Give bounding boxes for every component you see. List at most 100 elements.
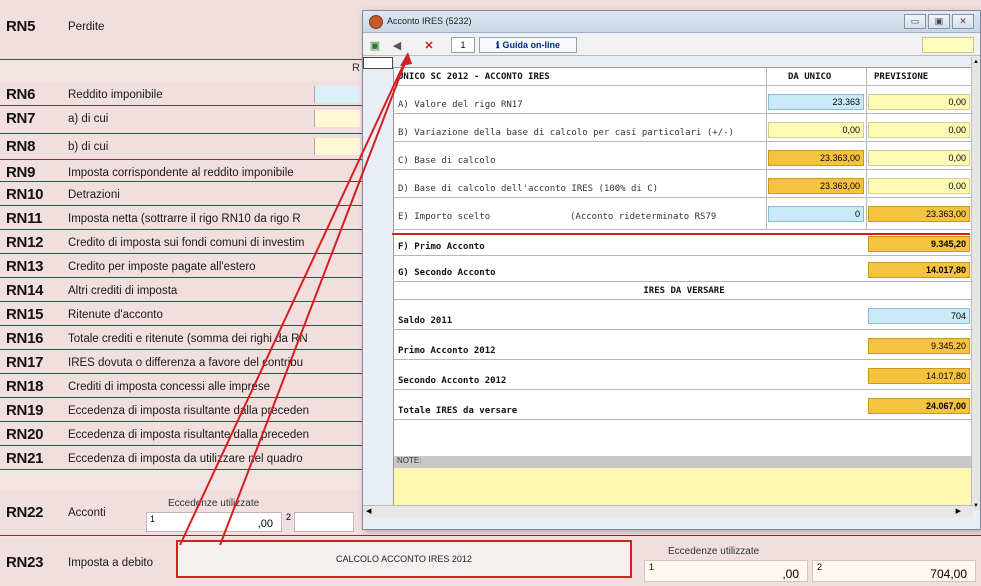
close-icon[interactable]: ✕ — [952, 14, 974, 29]
guida-online-button[interactable]: ℹ Guida on-line — [479, 37, 577, 53]
row-label: Saldo 2011 — [398, 316, 453, 326]
row-description: Acconti — [68, 507, 106, 519]
acconti-field-1[interactable]: 1 ,00 — [146, 512, 282, 532]
row-label: Totale IRES da versare — [398, 406, 518, 416]
print-icon[interactable]: ▣ — [367, 37, 383, 53]
scroll-up-icon[interactable]: ▲ — [973, 59, 979, 65]
scroll-left-icon[interactable]: ◀ — [366, 507, 371, 515]
table-row: A) Valore del rigo RN17 23.363 0,00 — [394, 86, 974, 114]
row-code: RN14 — [6, 282, 44, 299]
table-header-row: UNICO SC 2012 - ACCONTO IRES DA UNICO PR… — [394, 68, 974, 86]
page-number[interactable]: 1 — [451, 37, 475, 53]
row-description: Eccedenza di imposta risultante dalla pr… — [68, 405, 310, 417]
table-row: Primo Acconto 2012 9.345,20 — [394, 330, 974, 360]
section-header-row: IRES DA VERSARE — [394, 282, 974, 300]
table-row: G) Secondo Acconto 14.017,80 — [394, 256, 974, 282]
back-icon[interactable]: ◀ — [389, 37, 405, 53]
totale-ires-value: 24.067,00 — [868, 398, 970, 414]
help-icon: ℹ — [496, 39, 500, 50]
row-label: E) Importo scelto — [398, 212, 491, 222]
row-description: Reddito imponibile — [68, 89, 163, 101]
scroll-down-icon[interactable]: ▼ — [973, 503, 979, 509]
row-code: RN9 — [6, 164, 36, 181]
value-previsione[interactable]: 0,00 — [868, 94, 970, 110]
row-label: A) Valore del rigo RN17 — [398, 100, 523, 110]
table-title: UNICO SC 2012 - ACCONTO IRES — [398, 72, 550, 82]
row-label: B) Variazione della base di calcolo per … — [398, 128, 734, 138]
table-row: Totale IRES da versare 24.067,00 — [394, 390, 974, 420]
row-code: RN6 — [6, 86, 36, 103]
row-code: RN10 — [6, 186, 44, 203]
row-description: Altri crediti di imposta — [68, 285, 178, 297]
value-da-unico[interactable]: 0,00 — [768, 122, 864, 138]
row-label: D) Base di calcolo dell'acconto IRES (10… — [398, 184, 659, 194]
row-code: RN23 — [6, 554, 44, 571]
help-label: Guida on-line — [502, 40, 560, 50]
row-description: Eccedenza di imposta risultante dalla pr… — [68, 429, 310, 441]
value-previsione[interactable]: 0,00 — [868, 178, 970, 194]
row-code: RN7 — [6, 110, 36, 127]
annotation-underline — [392, 233, 970, 235]
calcolo-acconto-ires-button[interactable]: CALCOLO ACCONTO IRES 2012 — [176, 540, 632, 578]
scroll-right-icon[interactable]: ▶ — [956, 507, 961, 515]
field-value: 704,00 — [930, 567, 967, 581]
value-da-unico[interactable]: 23.363 — [768, 94, 864, 110]
table-row: D) Base di calcolo dell'acconto IRES (10… — [394, 170, 974, 198]
row-label-note: (Acconto rideterminato RS79 — [570, 212, 717, 222]
row-label: F) Primo Acconto — [398, 242, 485, 252]
imposta-field-1[interactable]: 1 ,00 — [644, 560, 808, 582]
row-label: G) Secondo Acconto — [398, 268, 496, 278]
dialog-toolbar: ▣ ◀ ✕ 1 ℹ Guida on-line — [363, 34, 980, 56]
field-index: 2 — [817, 562, 823, 572]
row-input-field[interactable] — [314, 110, 360, 127]
dialog-titlebar[interactable]: Acconto IRES (5232) ▭ ▣ ✕ — [363, 11, 980, 33]
row-label: Primo Acconto 2012 — [398, 346, 496, 356]
note-textarea[interactable] — [394, 468, 974, 506]
app-icon — [369, 15, 383, 29]
acconto-table: UNICO SC 2012 - ACCONTO IRES DA UNICO PR… — [393, 67, 974, 507]
value-da-unico[interactable]: 0 — [768, 206, 864, 222]
row-description: Imposta netta (sottrarre il rigo RN10 da… — [68, 213, 301, 225]
row-code: RN13 — [6, 258, 44, 275]
table-row: E) Importo scelto (Acconto rideterminato… — [394, 198, 974, 230]
row-input-field[interactable] — [314, 138, 360, 155]
eccedenze-caption: Eccedenze utilizzate — [668, 546, 760, 557]
row-description: IRES dovuta o differenza a favore del co… — [68, 357, 304, 369]
row-description: Totale crediti e ritenute (somma dei rig… — [68, 333, 308, 345]
row-description: Detrazioni — [68, 189, 120, 201]
vertical-scrollbar[interactable]: ▲ ▼ — [971, 57, 980, 511]
value-previsione[interactable]: 0,00 — [868, 150, 970, 166]
minimize-icon[interactable]: ▭ — [904, 14, 926, 29]
field-value: ,00 — [257, 518, 273, 530]
row-code: RN12 — [6, 234, 44, 251]
row-label: Secondo Acconto 2012 — [398, 376, 507, 386]
imposta-field-2[interactable]: 2 704,00 — [812, 560, 976, 582]
row-code: RN5 — [6, 18, 36, 35]
field-index: 1 — [150, 514, 156, 524]
row-code: RN15 — [6, 306, 44, 323]
row-code: RN19 — [6, 402, 44, 419]
field-index: 1 — [649, 562, 655, 572]
acconti-field-2[interactable] — [294, 512, 354, 532]
row-code: RN17 — [6, 354, 44, 371]
row-code: RN20 — [6, 426, 44, 443]
toolbar-yellow-field[interactable] — [922, 37, 974, 53]
row-description: Crediti di imposta concessi alle imprese — [68, 381, 270, 393]
col-da-unico: DA UNICO — [788, 72, 832, 82]
primo-acconto-value: 9.345,20 — [868, 236, 970, 252]
row-code: RN18 — [6, 378, 44, 395]
maximize-icon[interactable]: ▣ — [928, 14, 950, 29]
column-r-header: R — [352, 62, 360, 74]
saldo-2011-value[interactable]: 704 — [868, 308, 970, 324]
field-value: ,00 — [782, 567, 799, 581]
value-previsione[interactable]: 0,00 — [868, 122, 970, 138]
row-description: Imposta a debito — [68, 557, 154, 569]
row-grip[interactable] — [363, 57, 393, 69]
eccedenze-caption: Eccedenze utilizzate — [168, 498, 260, 509]
row-description: Ritenute d'acconto — [68, 309, 163, 321]
horizontal-scrollbar[interactable]: ◀ ▶ — [363, 505, 973, 517]
delete-icon[interactable]: ✕ — [421, 37, 437, 53]
dialog-title: Acconto IRES (5232) — [387, 16, 472, 26]
row-description: Eccedenza di imposta da utilizzare nel q… — [68, 453, 303, 465]
row-input-field[interactable] — [314, 86, 360, 103]
